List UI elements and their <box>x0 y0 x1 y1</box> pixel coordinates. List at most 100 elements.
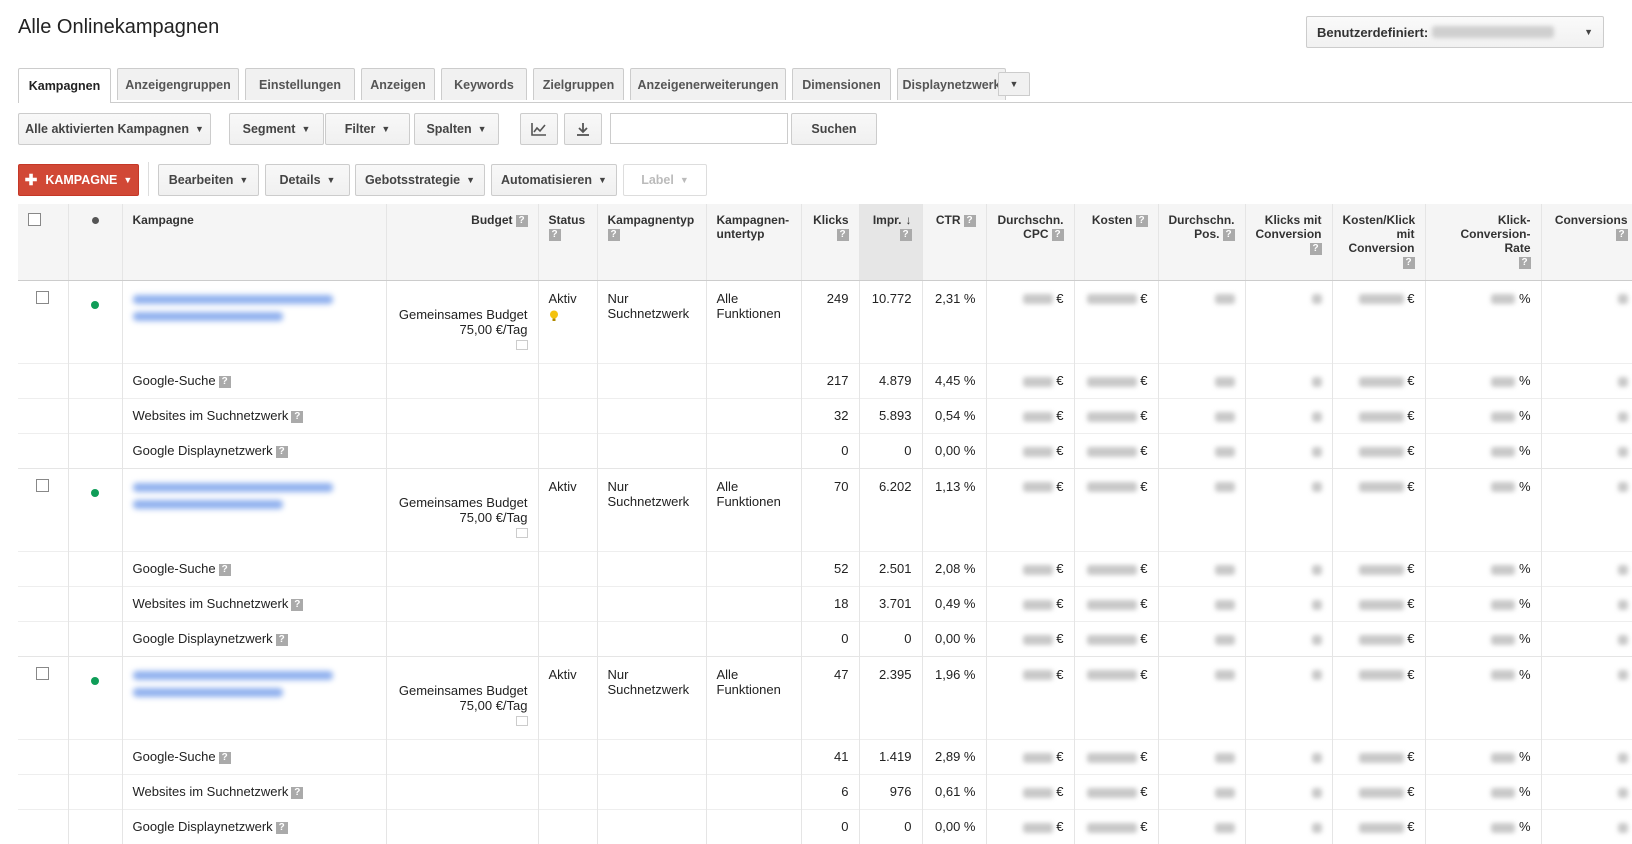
cost-cell: € <box>1074 432 1159 468</box>
unit-label: € <box>1056 290 1064 306</box>
help-icon[interactable]: ? <box>275 445 288 458</box>
avg-pos-cell <box>1158 550 1246 586</box>
help-icon[interactable]: ? <box>275 633 288 646</box>
help-icon[interactable]: ? <box>291 598 304 611</box>
filter-dropdown[interactable]: Filter ▼ <box>325 113 410 145</box>
help-icon[interactable]: ? <box>836 228 849 241</box>
col-clicks[interactable]: Klicks? <box>801 204 860 281</box>
help-icon[interactable]: ? <box>607 228 620 241</box>
chart-toggle-button[interactable] <box>520 113 558 145</box>
cost-per-conv-cell: € <box>1332 279 1426 363</box>
col-converted-clicks[interactable]: Klicks mit Conversion? <box>1245 204 1333 281</box>
col-campaign-subtype[interactable]: Kampagnen-untertyp <box>706 204 802 281</box>
more-tabs-button[interactable]: ▼ <box>998 72 1030 96</box>
tab-kampagnen[interactable]: Kampagnen <box>18 68 111 103</box>
search-button[interactable]: Suchen <box>791 113 877 145</box>
download-button[interactable] <box>564 113 602 145</box>
help-icon[interactable]: ? <box>1615 228 1628 241</box>
col-conversions-label: Conversions <box>1554 213 1628 227</box>
col-cost[interactable]: Kosten? <box>1074 204 1159 281</box>
network-row: Google Displaynetzwerk? 0 0 0,00 % € € €… <box>18 432 1632 468</box>
campaign-name-link[interactable] <box>122 279 387 363</box>
details-dropdown[interactable]: Details ▼ <box>265 164 350 196</box>
label-dropdown[interactable]: Label ▼ <box>623 164 707 196</box>
edit-budget-icon[interactable] <box>515 715 528 726</box>
columns-dropdown[interactable]: Spalten ▼ <box>414 113 499 145</box>
help-icon[interactable]: ? <box>1518 256 1531 269</box>
tab-anzeigenerweiterungen[interactable]: Anzeigenerweiterungen <box>630 68 786 100</box>
col-conv-rate[interactable]: Klick- Conversion-Rate? <box>1425 204 1542 281</box>
help-icon[interactable]: ? <box>291 410 304 423</box>
row-checkbox[interactable] <box>36 478 50 492</box>
help-icon[interactable]: ? <box>1222 228 1235 241</box>
help-icon[interactable]: ? <box>548 228 561 241</box>
edit-budget-icon[interactable] <box>515 527 528 538</box>
campaign-row[interactable]: Gemeinsames Budget 75,00 €/Tag Aktiv Nur… <box>18 279 1632 363</box>
redacted-value <box>1358 634 1404 645</box>
redacted-value <box>1022 752 1053 763</box>
campaign-name-link[interactable] <box>122 655 387 739</box>
row-checkbox[interactable] <box>36 290 50 304</box>
unit-label: % <box>1518 666 1531 682</box>
col-avg-pos[interactable]: Durchschn. Pos.? <box>1158 204 1246 281</box>
help-icon[interactable]: ? <box>963 214 976 227</box>
ctr-cell: 0,49 % <box>922 585 987 621</box>
campaign-subtype: Alle <box>716 666 739 682</box>
col-budget[interactable]: Budget? <box>386 204 539 281</box>
help-icon[interactable]: ? <box>218 563 231 576</box>
campaign-row[interactable]: Gemeinsames Budget 75,00 €/Tag Aktiv Nur… <box>18 467 1632 551</box>
col-conversions[interactable]: Conversions? <box>1541 204 1632 281</box>
conversions-cell <box>1541 467 1632 551</box>
cost-cell: € <box>1074 585 1159 621</box>
col-cost-per-conv-click[interactable]: Kosten/Klick mit Conversion? <box>1332 204 1426 281</box>
help-icon[interactable]: ? <box>1402 256 1415 269</box>
tab-anzeigen[interactable]: Anzeigen <box>361 68 435 100</box>
row-checkbox[interactable] <box>36 666 50 680</box>
edit-budget-icon[interactable] <box>515 339 528 350</box>
search-input[interactable] <box>610 113 788 144</box>
help-icon[interactable]: ? <box>291 786 304 799</box>
help-icon[interactable]: ? <box>1135 214 1148 227</box>
col-campaign-type[interactable]: Kampagnentyp? <box>597 204 707 281</box>
page-title: Alle Onlinekampagnen <box>18 16 220 38</box>
help-icon[interactable]: ? <box>218 375 231 388</box>
add-campaign-button[interactable]: ✚ KAMPAGNE ▼ <box>18 164 139 196</box>
help-icon[interactable]: ? <box>218 751 231 764</box>
select-all-checkbox[interactable] <box>28 213 41 226</box>
campaign-name-link[interactable] <box>122 467 387 551</box>
campaign-status[interactable]: Aktiv <box>549 479 577 494</box>
segment-dropdown[interactable]: Segment ▼ <box>229 113 324 145</box>
help-icon[interactable]: ? <box>515 214 528 227</box>
bid-strategy-dropdown[interactable]: Gebotsstrategie ▼ <box>355 164 485 196</box>
campaign-status[interactable]: Aktiv <box>549 291 577 306</box>
tab-displaynetzwerk[interactable]: Displaynetzwerk <box>897 68 1006 100</box>
date-range-selector[interactable]: Benutzerdefiniert: ▼ <box>1306 16 1604 48</box>
automate-dropdown[interactable]: Automatisieren ▼ <box>491 164 617 196</box>
col-cost-conv-label-2: mit <box>1396 227 1415 241</box>
tab-zielgruppen[interactable]: Zielgruppen <box>533 68 624 100</box>
unit-label: € <box>1056 666 1064 682</box>
col-ctr[interactable]: CTR? <box>922 204 987 281</box>
campaign-row[interactable]: Gemeinsames Budget 75,00 €/Tag Aktiv Nur… <box>18 655 1632 739</box>
help-icon[interactable]: ? <box>1309 242 1322 255</box>
help-icon[interactable]: ? <box>1051 228 1064 241</box>
help-icon[interactable]: ? <box>275 821 288 834</box>
edit-dropdown[interactable]: Bearbeiten ▼ <box>158 164 259 196</box>
col-campaign[interactable]: Kampagne <box>122 204 387 281</box>
campaign-status[interactable]: Aktiv <box>549 667 577 682</box>
tab-keywords[interactable]: Keywords <box>441 68 527 100</box>
campaign-filter-dropdown[interactable]: Alle aktivierten Kampagnen ▼ <box>18 113 211 145</box>
avg-cpc-cell: € <box>986 808 1075 844</box>
col-status[interactable]: Status? <box>538 204 598 281</box>
tab-dimensionen[interactable]: Dimensionen <box>792 68 891 100</box>
redacted-value <box>1311 482 1322 493</box>
tab-anzeigengruppen[interactable]: Anzeigengruppen <box>117 68 239 100</box>
status-dot-icon <box>91 300 99 309</box>
col-avg-cpc[interactable]: Durchschn. CPC? <box>986 204 1075 281</box>
tab-einstellungen[interactable]: Einstellungen <box>245 68 355 100</box>
redacted-value <box>1358 752 1404 763</box>
help-icon[interactable]: ? <box>899 228 912 241</box>
ctr-cell: 2,89 % <box>922 738 987 774</box>
lightbulb-icon[interactable] <box>549 310 559 322</box>
col-impressions[interactable]: Impr. ↓? <box>859 204 923 281</box>
